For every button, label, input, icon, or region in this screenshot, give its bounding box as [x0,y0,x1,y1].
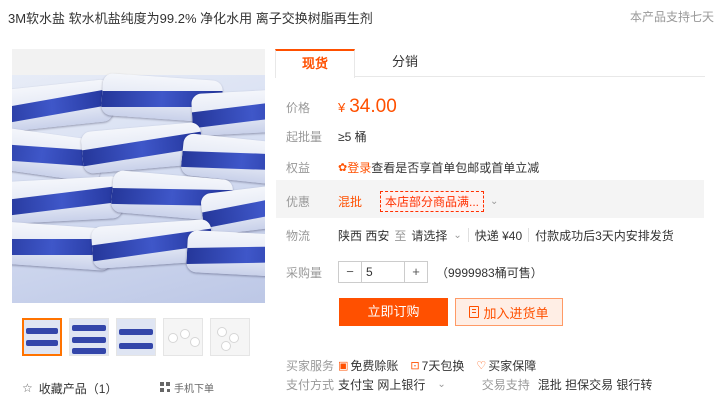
promo-row: 优惠 混批 本店部分商品满... ⌄ [286,190,706,212]
chevron-down-icon[interactable]: ⌄ [437,379,445,390]
qr-code-icon [160,382,170,392]
thumbnail-4[interactable] [163,318,203,356]
mobile-order-label: 手机下单 [174,383,214,395]
salt-bags-image [12,72,265,303]
services-label: 买家服务 [286,358,335,373]
star-icon: ☆ [22,381,33,395]
exchange-icon: ⊡ [410,359,420,372]
collect-label: 收藏产品（1） [38,381,118,396]
thumbnail-2[interactable] [69,318,109,356]
moq-label: 起批量 [286,129,323,144]
thumbnail-5[interactable] [210,318,250,356]
shield-icon: ♡ [476,359,487,372]
chevron-down-icon[interactable]: ⌄ [490,196,498,207]
price-value: 34.00 [349,96,397,117]
add-to-cart-button[interactable]: 加入进货单 [455,298,563,326]
moq-value: ≥5 桶 [338,129,367,144]
quantity-row: 采购量 − + （9999983桶可售） [286,261,706,283]
trade-support-label: 交易支持 [481,377,530,392]
rights-label: 权益 [286,160,311,175]
services-row: 买家服务 ▣ 免费赊账 ⊡ 7天包换 ♡ 买家保障 [286,357,706,373]
divider [467,228,469,242]
payment-row: 支付方式 支付宝 网上银行 ⌄ 交易支持 混批 担保交易 银行转 [286,376,706,392]
cart-icon [469,306,480,318]
service-credit-label: 免费赊账 [350,358,399,373]
promo-tag[interactable]: 本店部分商品满... [380,190,485,212]
thumbnail-3[interactable] [116,318,156,356]
coupon-icon: ✿ [338,161,348,174]
guarantee-text: 本产品支持七天 [629,10,714,24]
divider [528,228,530,242]
price-currency: ¥ [338,99,346,115]
credit-icon: ▣ [338,359,349,372]
decrease-button[interactable]: − [339,262,361,282]
tab-distribution[interactable]: 分销 [365,49,445,77]
price-row: 价格 ¥ 34.00 [286,94,706,120]
stock-count: （9999983桶可售） [436,265,543,280]
shipping-row: 物流 陕西 西安 至 请选择 ⌄ 快递 ¥40 付款成功后3天内安排发货 [286,226,706,244]
ship-from: 陕西 西安 [338,228,390,243]
mobile-order-button[interactable]: 手机下单 [160,378,230,396]
offer-tabs: 现货 分销 [275,49,705,78]
express-fee: 快递 ¥40 [474,228,523,243]
thumbnail-1[interactable] [22,318,62,356]
payment-label: 支付方式 [286,377,335,392]
increase-button[interactable]: + [405,262,427,282]
rights-text: 查看是否享首单包邮或首单立减 [371,160,540,175]
promo-type: 混批 [338,194,363,209]
payment-methods: 支付宝 网上银行 [338,377,426,392]
login-link[interactable]: 登录 [347,159,371,176]
promo-label: 优惠 [286,194,311,209]
service-exchange[interactable]: ⊡ 7天包换 [410,357,464,374]
quantity-label: 采购量 [286,265,323,280]
quantity-stepper: − + [338,261,428,283]
collect-product-button[interactable]: ☆ 收藏产品（1） [22,379,132,397]
service-protection-label: 买家保障 [488,358,537,373]
product-title: 3M软水盐 软水机盐纯度为99.2% 净化水用 离子交换树脂再生剂 [8,11,373,26]
price-label: 价格 [286,100,311,115]
moq-row: 起批量 ≥5 桶 [286,128,706,144]
order-now-button[interactable]: 立即订购 [339,298,448,326]
service-credit[interactable]: ▣ 免费赊账 [338,357,398,374]
dispatch-time: 付款成功后3天内安排发货 [535,228,674,243]
quantity-input[interactable] [361,262,405,282]
thumbnail-strip [22,318,254,356]
shipping-label: 物流 [286,228,311,243]
service-protection[interactable]: ♡ 买家保障 [476,357,536,374]
ship-dest-select[interactable]: 请选择 [411,227,447,244]
trade-support-value: 混批 担保交易 银行转 [537,377,653,392]
ship-to-word: 至 [394,228,407,243]
service-exchange-label: 7天包换 [421,358,465,373]
rights-row: 权益 ✿ 登录 查看是否享首单包邮或首单立减 [286,159,706,175]
add-to-cart-label: 加入进货单 [483,305,549,321]
tab-spot[interactable]: 现货 [275,49,355,78]
chevron-down-icon[interactable]: ⌄ [453,230,461,241]
main-product-image[interactable] [12,49,265,303]
